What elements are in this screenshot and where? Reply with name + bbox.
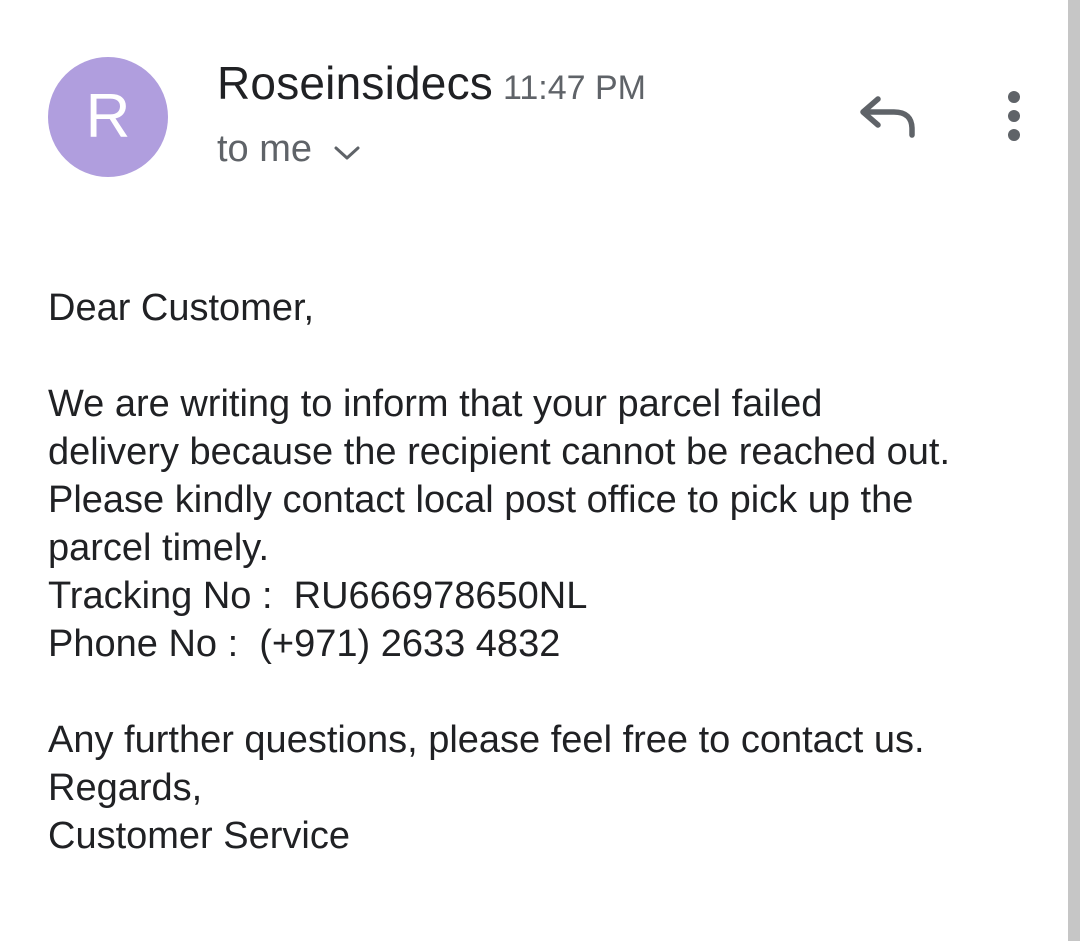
avatar-letter: R — [85, 82, 131, 151]
more-options-button[interactable] — [990, 88, 1038, 148]
email-view: R Roseinsidecs 11:47 PM to me Dear Custo… — [0, 0, 1080, 941]
sender-avatar[interactable]: R — [48, 57, 168, 177]
signature: Customer Service — [48, 815, 350, 857]
paragraph-line: We are writing to inform that your parce… — [48, 383, 823, 425]
chevron-down-icon — [332, 143, 362, 163]
phone-number[interactable]: Phone No : (+971) 2633 4832 — [48, 620, 1048, 668]
recipient-label: to me — [217, 128, 313, 170]
paragraph-line: Please kindly contact local post office … — [48, 479, 914, 521]
email-timestamp: 11:47 PM — [502, 69, 646, 107]
more-vert-icon — [1004, 90, 1024, 147]
sender-line: Roseinsidecs 11:47 PM — [217, 56, 646, 110]
paragraph-line: parcel timely. — [48, 527, 270, 569]
recipient-details-toggle[interactable]: to me — [217, 128, 362, 171]
reply-button[interactable] — [856, 88, 920, 148]
greeting: Dear Customer, — [48, 287, 315, 329]
scrollbar[interactable] — [1068, 0, 1080, 941]
paragraph-line: delivery because the recipient cannot be… — [48, 431, 951, 473]
closing-line: Any further questions, please feel free … — [48, 719, 925, 761]
email-body: Dear Customer, We are writing to inform … — [48, 284, 1048, 860]
email-header: R Roseinsidecs 11:47 PM to me — [0, 0, 1068, 200]
reply-icon — [858, 91, 918, 146]
sender-name[interactable]: Roseinsidecs — [217, 57, 493, 109]
tracking-number: Tracking No : RU666978650NL — [48, 575, 588, 617]
regards: Regards, — [48, 767, 203, 809]
